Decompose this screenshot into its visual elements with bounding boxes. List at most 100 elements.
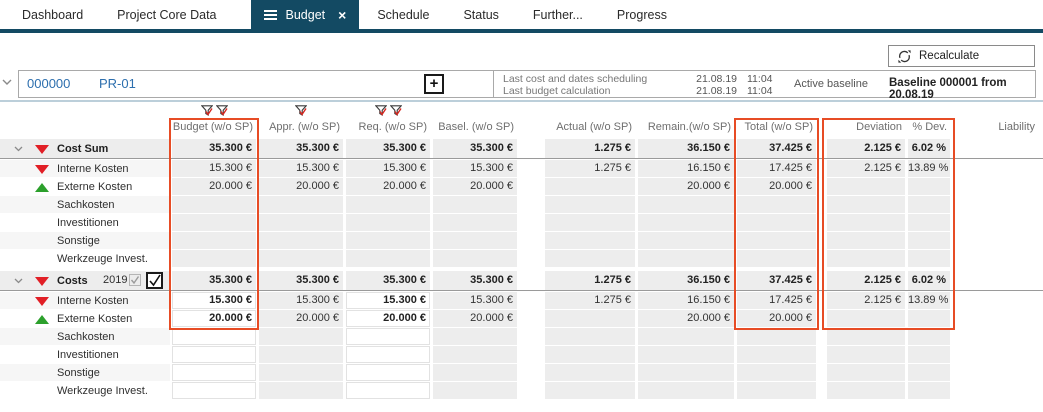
cell-deviation (827, 346, 905, 363)
tab-dashboard[interactable]: Dashboard (22, 0, 83, 29)
header-separator (0, 100, 1043, 102)
project-code: PR-01 (99, 76, 136, 91)
cell-actual (545, 382, 635, 399)
hamburger-icon[interactable] (263, 8, 277, 22)
tab-project-core-data[interactable]: Project Core Data (117, 0, 216, 29)
column-header-req[interactable]: Req. (w/o SP) (346, 120, 430, 135)
cell-req[interactable]: 20.000 € (346, 310, 430, 327)
cell-liability (958, 250, 1038, 267)
chevron-down-icon[interactable] (14, 146, 23, 152)
recalculate-label: Recalculate (919, 50, 980, 62)
tab-label: Project Core Data (117, 7, 217, 22)
chevron-down-icon[interactable] (14, 278, 23, 284)
cell-req (346, 196, 430, 213)
table-row-cost-sum: Cost Sum 35.300 €35.300 €35.300 €35.300 €… (0, 139, 1043, 159)
filter-funnel-icon[interactable] (215, 105, 228, 118)
row-label-cell: Investitionen (0, 346, 170, 363)
cell-pdev: 13.89 % (908, 160, 950, 177)
column-header-budget[interactable]: Budget (w/o SP) (172, 120, 256, 135)
checkbox-checked[interactable] (146, 272, 163, 289)
column-header-remain[interactable]: Remain.(w/o SP) (638, 120, 734, 135)
triangle-down-icon (35, 144, 49, 154)
budget-grid: Cost Sum 35.300 €35.300 €35.300 €35.300 €… (0, 139, 1043, 400)
triangle-down-icon (35, 164, 49, 174)
cell-total (737, 250, 816, 267)
cell-appr: 15.300 € (259, 160, 343, 177)
cell-budget[interactable] (172, 364, 256, 381)
last-scheduling-label: Last cost and dates scheduling (503, 73, 648, 85)
tab-further[interactable]: Further... (533, 0, 583, 29)
tab-label: Status (463, 7, 499, 22)
cell-liability (958, 346, 1038, 363)
column-header-basel[interactable]: Basel. (w/o SP) (433, 120, 517, 135)
filter-funnel-icon[interactable] (374, 105, 387, 118)
budget-app-window: Dashboard Project Core Data Budget × Schedul… (0, 0, 1043, 412)
cell-budget[interactable]: 15.300 € (172, 292, 256, 309)
column-header-liability[interactable]: Liability (958, 120, 1038, 135)
cell-budget[interactable] (172, 346, 256, 363)
cell-budget[interactable] (172, 382, 256, 399)
last-budget-calc-date: 21.08.19 (696, 85, 737, 97)
cell-req[interactable] (346, 364, 430, 381)
project-collapse-chevron-icon[interactable] (2, 77, 12, 89)
table-row-sachkosten: Sachkosten (0, 196, 1043, 213)
row-label-cell: Sonstige (0, 364, 170, 381)
year-label: 2019 (103, 274, 128, 286)
cell-liability (958, 310, 1038, 327)
cell-budget[interactable] (172, 328, 256, 345)
cell-total (737, 364, 816, 381)
cell-budget: 35.300 € (172, 271, 256, 290)
row-label-cell: Externe Kosten (0, 310, 170, 327)
cell-req[interactable] (346, 382, 430, 399)
filter-funnel-icon[interactable] (389, 105, 402, 118)
cell-budget[interactable]: 20.000 € (172, 310, 256, 327)
column-header-appr[interactable]: Appr. (w/o SP) (259, 120, 343, 135)
cell-deviation (827, 178, 905, 195)
cell-pdev (908, 382, 950, 399)
filter-icon-group-req[interactable] (346, 105, 430, 118)
cell-deviation: 2.125 € (827, 139, 905, 158)
filter-funnel-icon[interactable] (294, 105, 308, 118)
cell-basel: 35.300 € (433, 139, 517, 158)
cell-req[interactable] (346, 328, 430, 345)
cell-remain: 36.150 € (638, 271, 734, 290)
row-label: Cost Sum (57, 142, 109, 155)
filter-funnel-icon[interactable] (200, 105, 213, 118)
tab-progress[interactable]: Progress (617, 0, 667, 29)
cell-total (737, 382, 816, 399)
cell-req[interactable]: 15.300 € (346, 292, 430, 309)
column-header-total[interactable]: Total (w/o SP) (737, 120, 816, 135)
project-header: 000000 PR-01 + Last cost and dates sched… (18, 70, 1036, 101)
close-icon[interactable]: × (338, 8, 346, 22)
cell-basel: 15.300 € (433, 160, 517, 177)
triangle-down-icon (35, 296, 49, 306)
recalculate-button[interactable]: Recalculate (888, 45, 1035, 67)
cell-total (737, 232, 816, 249)
cell-appr: 15.300 € (259, 292, 343, 309)
cell-pdev: 13.89 % (908, 292, 950, 309)
cell-basel (433, 250, 517, 267)
column-header-pdev[interactable]: % Dev. (908, 120, 950, 135)
filter-icon-group-appr[interactable] (259, 105, 343, 118)
cell-liability (958, 196, 1038, 213)
cell-req[interactable] (346, 346, 430, 363)
cell-deviation (827, 382, 905, 399)
last-budget-calc-label: Last budget calculation (503, 85, 611, 97)
row-label-cell: Interne Kosten (0, 160, 170, 177)
row-label-cell: Sachkosten (0, 196, 170, 213)
filter-icon-group-budget[interactable] (172, 105, 256, 118)
tab-budget[interactable]: Budget × (250, 0, 360, 29)
cell-actual: 1.275 € (545, 139, 635, 158)
tab-status[interactable]: Status (463, 0, 498, 29)
cell-remain: 16.150 € (638, 160, 734, 177)
column-header-deviation[interactable]: Deviation (827, 120, 905, 135)
row-label: Werkzeuge Invest. (57, 252, 148, 265)
tab-schedule[interactable]: Schedule (377, 0, 429, 29)
cell-total (737, 214, 816, 231)
cell-total (737, 346, 816, 363)
cell-appr: 35.300 € (259, 139, 343, 158)
column-header-actual[interactable]: Actual (w/o SP) (545, 120, 635, 135)
cell-deviation (827, 232, 905, 249)
cell-actual (545, 250, 635, 267)
add-button[interactable]: + (424, 74, 444, 94)
